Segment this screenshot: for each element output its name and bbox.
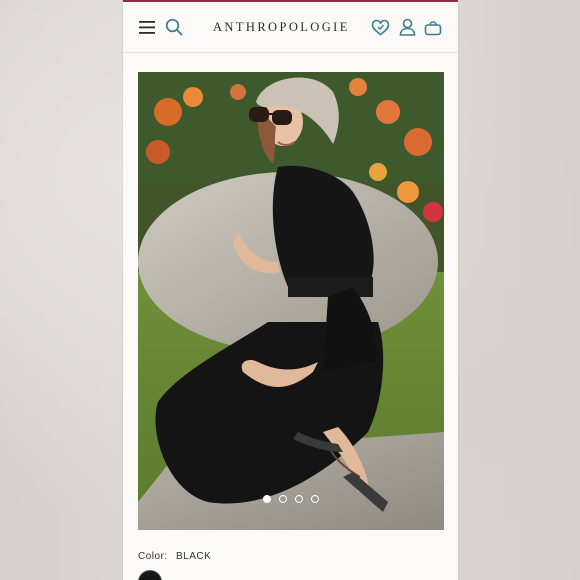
shopping-bag-icon[interactable] — [423, 17, 443, 37]
search-icon[interactable] — [164, 17, 184, 37]
site-header: ANTHROPOLOGIE — [123, 2, 458, 53]
brand-logo[interactable]: ANTHROPOLOGIE — [213, 20, 350, 35]
product-image[interactable] — [138, 72, 444, 530]
carousel-dot-3[interactable] — [295, 495, 303, 503]
color-value: BLACK — [175, 551, 212, 562]
heart-icon[interactable] — [370, 17, 390, 37]
carousel-indicators — [138, 495, 444, 503]
carousel-dot-1[interactable] — [263, 495, 271, 503]
color-selection: Color: BLACK — [138, 551, 211, 562]
carousel-dot-4[interactable] — [311, 495, 319, 503]
model-photo — [138, 72, 444, 530]
mobile-page: ANTHROPOLOGIE Color: BLACK — [123, 0, 458, 580]
color-label: Color: — [138, 551, 168, 562]
user-icon[interactable] — [397, 17, 417, 37]
color-swatch-black[interactable] — [138, 570, 162, 580]
carousel-dot-2[interactable] — [279, 495, 287, 503]
hamburger-icon[interactable] — [138, 18, 156, 36]
